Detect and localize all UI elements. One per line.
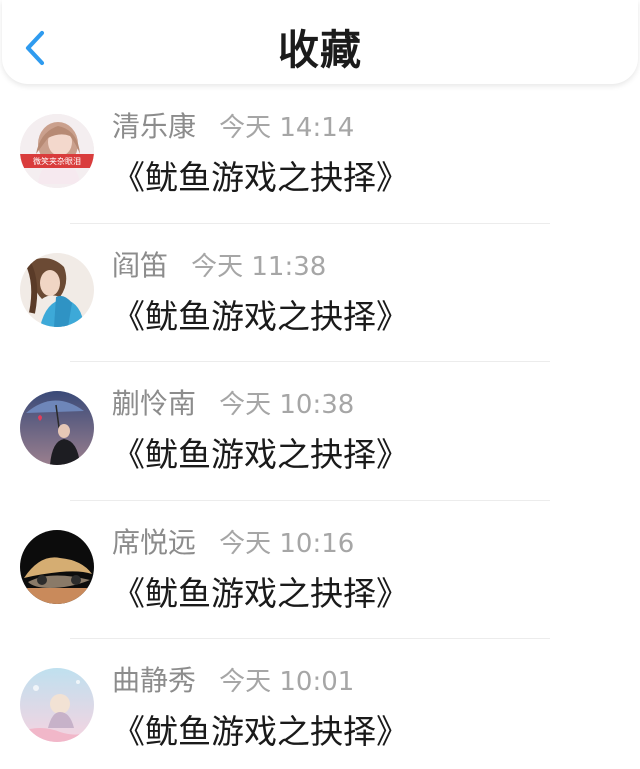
favorite-content[interactable]: 《鱿鱼游戏之抉择》 (112, 708, 409, 756)
avatar[interactable] (20, 252, 94, 327)
item-meta: 曲静秀 今天 10:01 (112, 662, 354, 700)
timestamp: 今天 10:38 (219, 390, 355, 420)
item-meta: 清乐康 今天 14:14 (112, 108, 354, 146)
sender-name: 蒯怜南 (112, 387, 197, 420)
favorite-content[interactable]: 《鱿鱼游戏之抉择》 (112, 154, 409, 202)
favorite-content[interactable]: 《鱿鱼游戏之抉择》 (112, 293, 409, 341)
list-item[interactable]: 蒯怜南 今天 10:38 《鱿鱼游戏之抉择》 (0, 377, 640, 516)
page-title: 收藏 (278, 26, 362, 74)
item-meta: 席悦远 今天 10:16 (112, 524, 354, 562)
favorite-content[interactable]: 《鱿鱼游戏之抉择》 (112, 431, 409, 479)
divider (70, 222, 550, 224)
favorite-content[interactable]: 《鱿鱼游戏之抉择》 (112, 570, 409, 618)
sender-name: 阎笛 (112, 248, 169, 282)
list-item[interactable]: 席悦远 今天 10:16 《鱿鱼游戏之抉择》 (0, 516, 640, 655)
avatar[interactable] (20, 391, 94, 465)
avatar[interactable] (20, 529, 94, 604)
list-item[interactable]: 微笑夹杂眼泪 清乐康 今天 14:14 《鱿鱼游戏之抉择》 (0, 100, 640, 239)
timestamp: 今天 11:38 (191, 251, 327, 282)
favorites-list: 微笑夹杂眼泪 清乐康 今天 14:14 《鱿鱼游戏之抉择》 阎笛 今天 11:3… (0, 100, 640, 769)
timestamp: 今天 10:01 (219, 667, 355, 697)
avatar[interactable]: 微笑夹杂眼泪 (20, 114, 94, 188)
favorites-page: 收藏 微笑夹杂眼泪 清乐康 今天 14:14 《鱿鱼游戏之抉择》 阎笛 今天 1… (0, 0, 640, 769)
list-item[interactable]: 曲静秀 今天 10:01 《鱿鱼游戏之抉择》 (0, 654, 640, 769)
item-meta: 阎笛 今天 11:38 (112, 247, 326, 285)
divider (70, 638, 550, 639)
top-bar: 收藏 (2, 0, 638, 84)
avatar[interactable] (20, 668, 94, 742)
divider (70, 499, 550, 501)
sender-name: 席悦远 (112, 525, 197, 559)
divider (70, 361, 550, 362)
timestamp: 今天 14:14 (219, 113, 355, 143)
list-item[interactable]: 阎笛 今天 11:38 《鱿鱼游戏之抉择》 (0, 239, 640, 378)
item-meta: 蒯怜南 今天 10:38 (112, 385, 354, 423)
sender-name: 清乐康 (112, 110, 197, 143)
sender-name: 曲静秀 (112, 664, 197, 697)
timestamp: 今天 10:16 (219, 528, 355, 559)
avatar-caption: 微笑夹杂眼泪 (33, 156, 81, 166)
